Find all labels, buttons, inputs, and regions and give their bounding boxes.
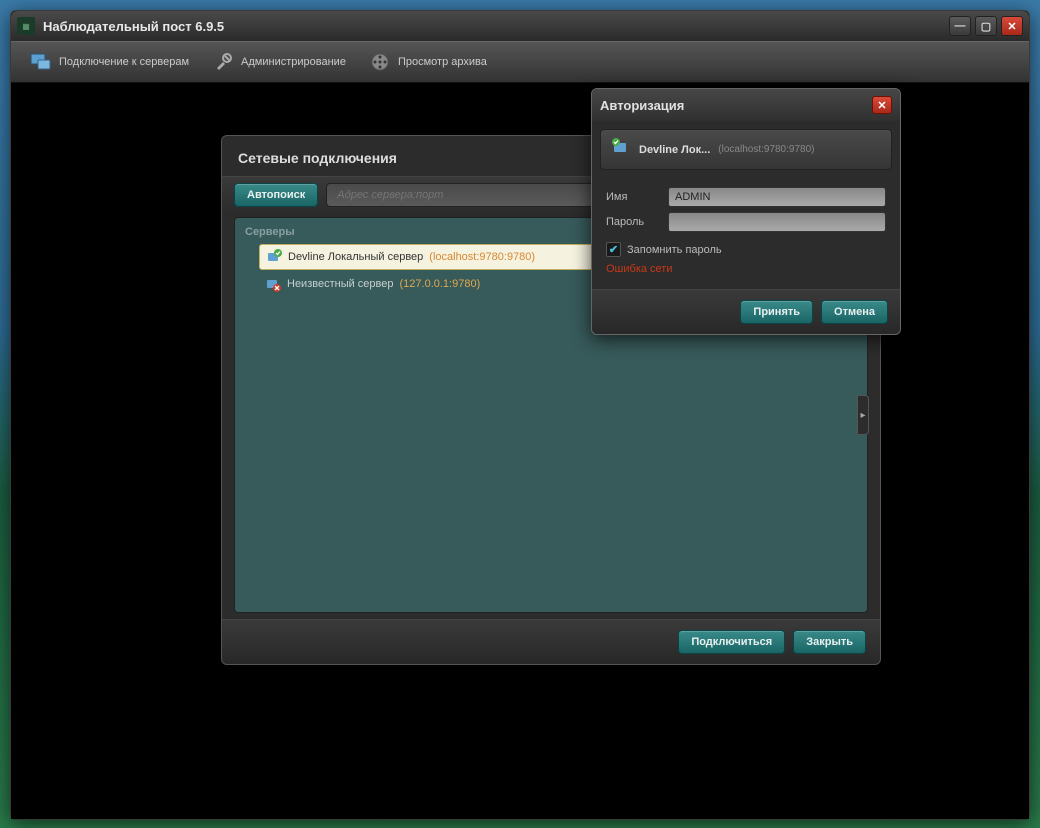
window-title: Наблюдательный пост 6.9.5 xyxy=(43,19,949,34)
auth-server-badge: Devline Лок... (localhost:9780:9780) xyxy=(600,129,892,170)
auth-titlebar[interactable]: Авторизация ✕ xyxy=(592,89,900,121)
server-name: Devline Локальный сервер xyxy=(288,251,423,263)
titlebar[interactable]: ▦ Наблюдательный пост 6.9.5 — ▢ ✕ xyxy=(11,11,1029,41)
server-ok-icon xyxy=(266,249,282,265)
tools-icon xyxy=(211,51,235,73)
cancel-button[interactable]: Отмена xyxy=(821,300,888,324)
server-ok-icon xyxy=(611,138,631,161)
monitor-network-icon xyxy=(29,51,53,73)
content-area: Сетевые подключения Автопоиск Серверы De… xyxy=(11,83,1029,819)
auth-server-name: Devline Лок... xyxy=(639,144,710,156)
main-toolbar: Подключение к серверам Администрирование… xyxy=(11,41,1029,83)
server-error-icon xyxy=(265,276,281,292)
server-name: Неизвестный сервер xyxy=(287,278,394,290)
authorization-dialog: Авторизация ✕ Devline Лок... (localhost:… xyxy=(591,88,901,335)
autosearch-button[interactable]: Автопоиск xyxy=(234,183,318,207)
connect-button[interactable]: Подключиться xyxy=(678,630,785,654)
app-icon: ▦ xyxy=(17,17,35,35)
toolbar-archive[interactable]: Просмотр архива xyxy=(360,47,495,77)
auth-form: Имя Пароль ✔ Запомнить пароль Ошибка сет… xyxy=(592,178,900,289)
app-window: ▦ Наблюдательный пост 6.9.5 — ▢ ✕ Подклю… xyxy=(10,10,1030,820)
toolbar-connect-label: Подключение к серверам xyxy=(59,56,189,68)
auth-server-address: (localhost:9780:9780) xyxy=(718,144,814,155)
toolbar-archive-label: Просмотр архива xyxy=(398,56,487,68)
minimize-button[interactable]: — xyxy=(949,16,971,36)
username-input[interactable] xyxy=(668,187,886,207)
film-reel-icon xyxy=(368,51,392,73)
password-label: Пароль xyxy=(606,216,668,228)
maximize-button[interactable]: ▢ xyxy=(975,16,997,36)
remember-label: Запомнить пароль xyxy=(627,244,722,256)
password-input[interactable] xyxy=(668,212,886,232)
server-address: (127.0.0.1:9780) xyxy=(400,278,481,290)
toolbar-admin[interactable]: Администрирование xyxy=(203,47,354,77)
close-dialog-button[interactable]: Закрыть xyxy=(793,630,866,654)
remember-checkbox[interactable]: ✔ xyxy=(606,242,621,257)
server-address: (localhost:9780:9780) xyxy=(429,251,535,263)
remember-checkbox-row[interactable]: ✔ Запомнить пароль xyxy=(606,242,886,257)
toolbar-admin-label: Администрирование xyxy=(241,56,346,68)
auth-close-button[interactable]: ✕ xyxy=(872,96,892,114)
auth-error-text: Ошибка сети xyxy=(606,263,886,275)
toolbar-connect[interactable]: Подключение к серверам xyxy=(21,47,197,77)
auth-footer: Принять Отмена xyxy=(592,289,900,334)
username-label: Имя xyxy=(606,191,668,203)
close-button[interactable]: ✕ xyxy=(1001,16,1023,36)
accept-button[interactable]: Принять xyxy=(740,300,813,324)
expand-handle[interactable]: ▸ xyxy=(857,395,869,435)
auth-title: Авторизация xyxy=(600,98,872,113)
network-dialog-footer: Подключиться Закрыть xyxy=(222,619,880,664)
